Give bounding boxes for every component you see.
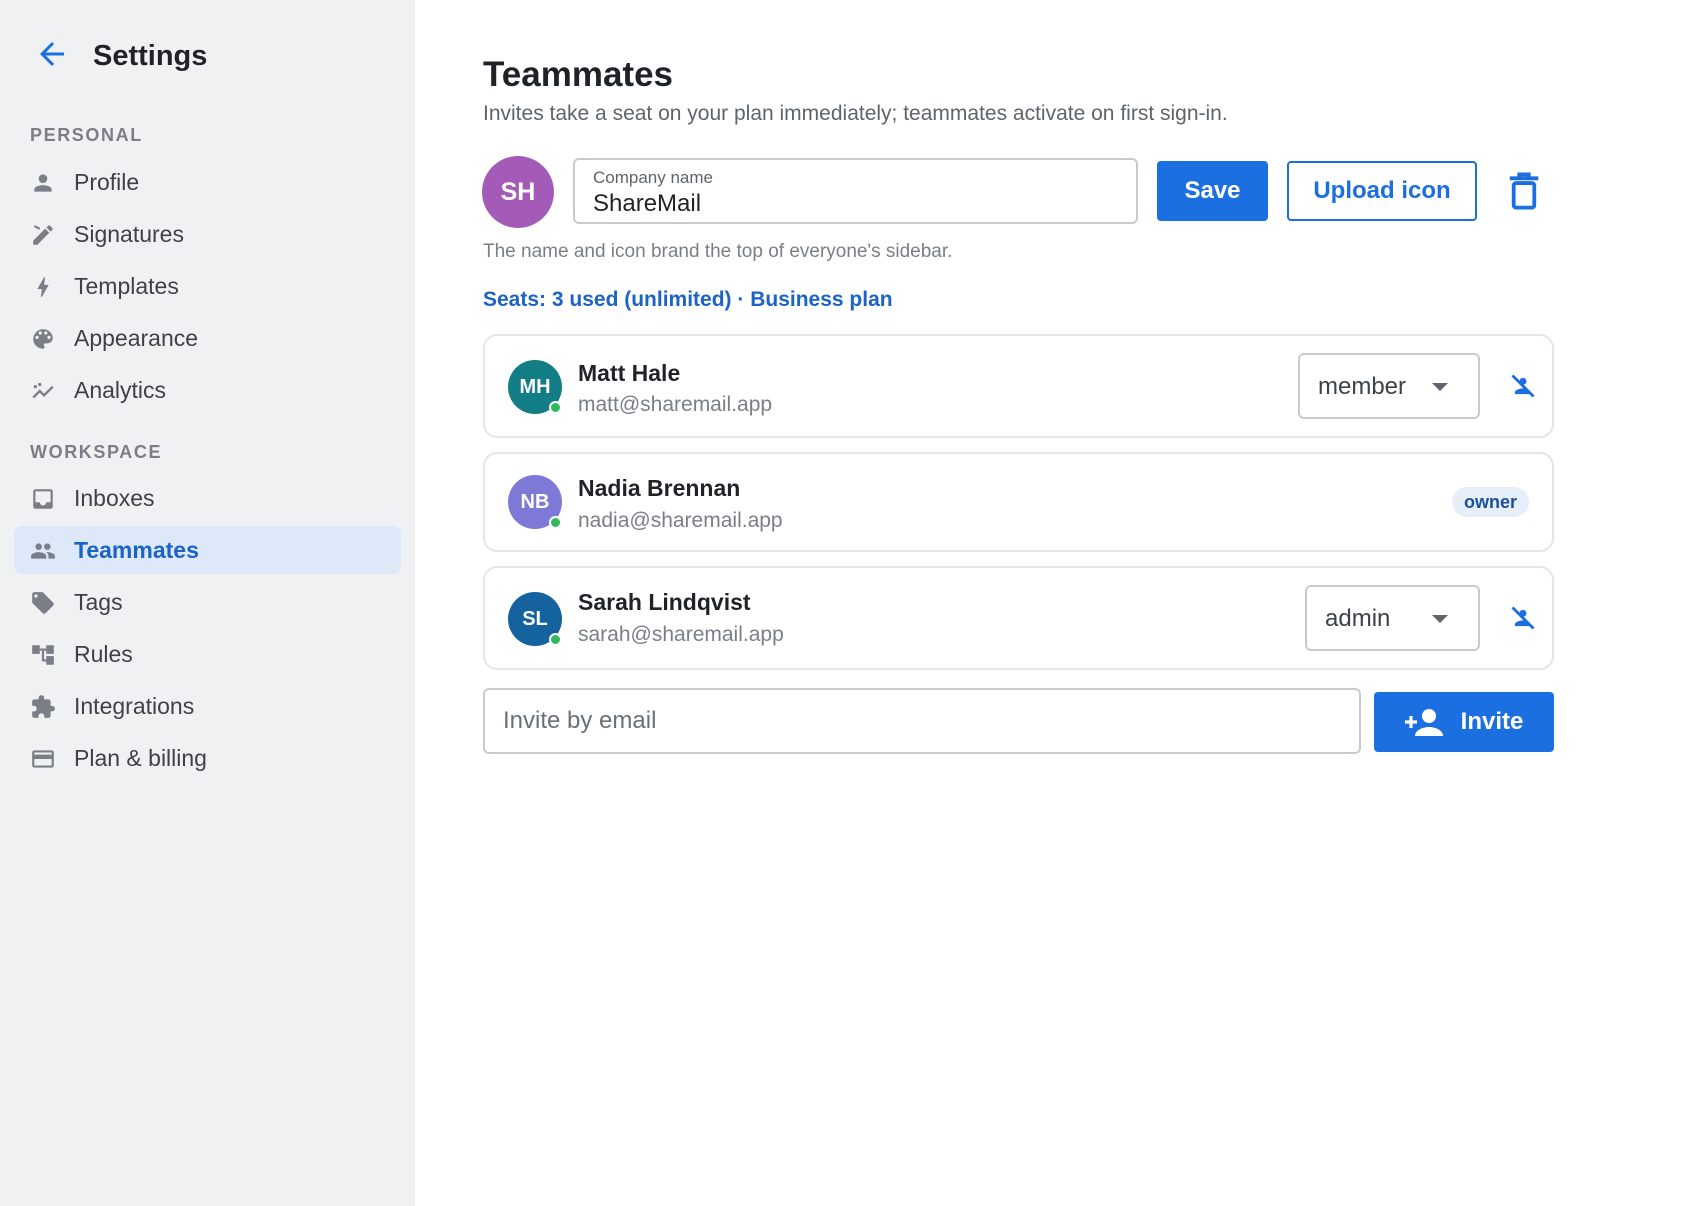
chevron-down-icon — [1432, 615, 1448, 623]
sidebar-item-label: Tags — [74, 588, 123, 615]
company-name-label: Company name — [593, 168, 714, 187]
settings-sidebar: Settings PERSONAL Profile Signatures Tem… — [0, 0, 415, 1206]
remove-member-icon[interactable] — [1509, 604, 1537, 632]
owner-badge: owner — [1451, 487, 1529, 517]
sidebar-item-plan-billing[interactable]: Plan & billing — [14, 734, 401, 782]
member-name: Sarah Lindqvist — [578, 589, 751, 615]
upload-icon-button[interactable]: Upload icon — [1287, 161, 1477, 221]
sidebar-item-label: Analytics — [74, 376, 167, 403]
role-select[interactable]: admin — [1305, 585, 1480, 651]
sidebar-item-appearance[interactable]: Appearance — [14, 314, 401, 362]
online-status-dot — [549, 633, 562, 646]
company-name-field[interactable]: Company name — [573, 158, 1138, 224]
section-label-workspace: WORKSPACE — [30, 442, 163, 462]
sidebar-item-label: Rules — [74, 640, 133, 667]
sidebar-item-label: Appearance — [74, 324, 199, 351]
brand-hint: The name and icon brand the top of every… — [483, 241, 953, 262]
back-arrow-icon[interactable] — [34, 36, 70, 72]
role-value: member — [1318, 373, 1407, 400]
sidebar-item-label: Teammates — [74, 536, 199, 563]
sidebar-item-integrations[interactable]: Integrations — [14, 682, 401, 730]
inbox-icon — [33, 489, 53, 509]
member-row-matt-hale: MH Matt Hale matt@sharemail.app member — [483, 334, 1554, 438]
company-avatar: SH — [482, 156, 554, 228]
person-icon — [34, 174, 52, 192]
sidebar-item-teammates[interactable]: Teammates — [14, 526, 401, 574]
save-button[interactable]: Save — [1157, 161, 1268, 221]
puzzle-icon — [32, 695, 55, 718]
chevron-down-icon — [1432, 383, 1448, 391]
sidebar-item-label: Integrations — [74, 692, 195, 719]
tag-icon — [32, 592, 54, 614]
sidebar-item-templates[interactable]: Templates — [14, 262, 401, 310]
people-icon — [31, 543, 55, 559]
sidebar-item-label: Templates — [74, 272, 179, 299]
section-label-personal: PERSONAL — [30, 125, 143, 145]
member-name: Matt Hale — [578, 360, 681, 386]
sidebar-title: Settings — [93, 40, 208, 72]
remove-member-icon[interactable] — [1509, 372, 1537, 400]
page-subtitle: Invites take a seat on your plan immedia… — [483, 102, 1228, 125]
member-email: matt@sharemail.app — [578, 393, 773, 416]
sidebar-item-inboxes[interactable]: Inboxes — [14, 474, 401, 522]
sidebar-item-label: Profile — [74, 168, 140, 195]
member-name: Nadia Brennan — [578, 475, 741, 501]
delete-icon[interactable] — [1508, 172, 1540, 210]
sidebar-item-profile[interactable]: Profile — [14, 158, 401, 206]
sidebar-item-label: Plan & billing — [74, 744, 207, 771]
sidebar-item-label: Inboxes — [74, 484, 155, 511]
palette-icon — [33, 329, 53, 349]
seats-summary: Seats: 3 used (unlimited) · Business pla… — [483, 288, 893, 311]
sidebar-item-label: Signatures — [74, 220, 184, 247]
invite-button[interactable]: Invite — [1374, 692, 1554, 752]
company-name-input[interactable] — [593, 190, 1113, 218]
sidebar-item-rules[interactable]: Rules — [14, 630, 401, 678]
rules-icon — [32, 645, 54, 665]
page-title: Teammates — [483, 55, 674, 94]
sidebar-item-signatures[interactable]: Signatures — [14, 210, 401, 258]
invite-button-label: Invite — [1460, 708, 1524, 735]
member-row-sarah-lindqvist: SL Sarah Lindqvist sarah@sharemail.app a… — [483, 566, 1554, 670]
member-email: nadia@sharemail.app — [578, 509, 783, 532]
bolt-icon — [37, 277, 49, 297]
signature-icon — [33, 225, 53, 245]
member-row-nadia-brennan: NB Nadia Brennan nadia@sharemail.app own… — [483, 452, 1554, 552]
add-person-icon — [1404, 709, 1443, 736]
invite-email-input[interactable] — [483, 688, 1361, 754]
role-select[interactable]: member — [1298, 353, 1480, 419]
online-status-dot — [549, 401, 562, 414]
analytics-icon — [32, 382, 54, 399]
sidebar-item-tags[interactable]: Tags — [14, 578, 401, 626]
online-status-dot — [549, 516, 562, 529]
credit-card-icon — [32, 750, 54, 768]
sidebar-item-analytics[interactable]: Analytics — [14, 366, 401, 414]
role-value: admin — [1325, 605, 1391, 632]
member-email: sarah@sharemail.app — [578, 623, 784, 646]
